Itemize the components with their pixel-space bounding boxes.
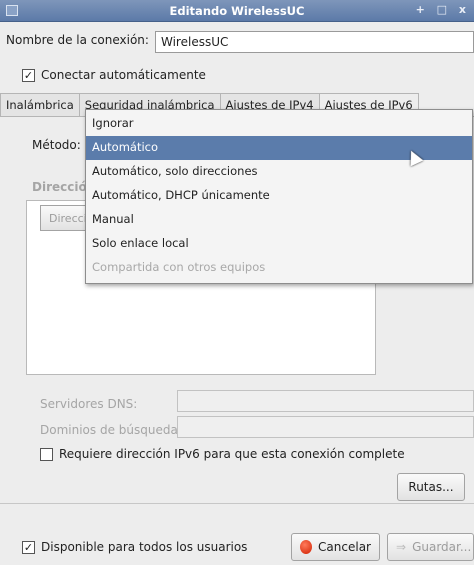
dns-input[interactable]	[177, 390, 474, 412]
method-row: Método:	[32, 138, 81, 152]
routes-button-label: Rutas...	[408, 480, 454, 494]
require-ipv6-label: Requiere dirección IPv6 para que esta co…	[59, 447, 405, 461]
require-ipv6-row[interactable]: Requiere dirección IPv6 para que esta co…	[40, 447, 405, 461]
cancel-button[interactable]: Cancelar	[291, 533, 380, 561]
window-controls[interactable]: + □ x	[416, 3, 470, 16]
save-button-label: Guardar...	[412, 540, 472, 554]
method-label: Método:	[32, 138, 81, 152]
search-domains-row: Dominios de búsqueda:	[40, 423, 182, 437]
method-option-ignore[interactable]: Ignorar	[86, 112, 472, 136]
all-users-row[interactable]: ✓ Disponible para todos los usuarios	[22, 540, 247, 554]
auto-connect-checkbox[interactable]: ✓	[22, 68, 35, 82]
method-option-manual[interactable]: Manual	[86, 208, 472, 232]
all-users-checkbox[interactable]: ✓	[22, 540, 35, 554]
require-ipv6-checkbox[interactable]	[40, 447, 53, 461]
footer-separator	[0, 503, 474, 504]
method-option-shared: Compartida con otros equipos	[92, 260, 266, 274]
stop-icon	[300, 540, 313, 554]
cancel-button-label: Cancelar	[318, 540, 371, 554]
auto-connect-row[interactable]: ✓ Conectar automáticamente	[22, 68, 206, 82]
address-column-header[interactable]: Direcci	[40, 205, 88, 231]
search-domains-label: Dominios de búsqueda:	[40, 423, 182, 437]
search-domains-input[interactable]	[177, 416, 474, 438]
dns-row: Servidores DNS:	[40, 397, 137, 411]
auto-connect-label: Conectar automáticamente	[41, 68, 206, 82]
connection-name-input[interactable]: WirelessUC	[155, 31, 474, 53]
dns-label: Servidores DNS:	[40, 397, 138, 411]
save-button[interactable]: ⇒ Guardar...	[387, 533, 474, 561]
method-dropdown[interactable]: Ignorar Automático Automático, solo dire…	[85, 109, 473, 284]
connection-name-row: Nombre de la conexión:	[6, 33, 149, 47]
save-icon: ⇒	[396, 540, 407, 554]
method-option-automatic-dhcp[interactable]: Automático, DHCP únicamente	[86, 184, 472, 208]
all-users-label: Disponible para todos los usuarios	[41, 540, 248, 554]
tab-wireless[interactable]: Inalámbrica	[0, 93, 80, 117]
title-bar: Editando WirelessUC + □ x	[0, 0, 474, 22]
routes-button[interactable]: Rutas...	[397, 473, 465, 501]
window-title: Editando WirelessUC	[169, 4, 305, 18]
connection-name-label: Nombre de la conexión:	[6, 33, 149, 47]
method-option-link-local[interactable]: Solo enlace local	[86, 232, 472, 256]
